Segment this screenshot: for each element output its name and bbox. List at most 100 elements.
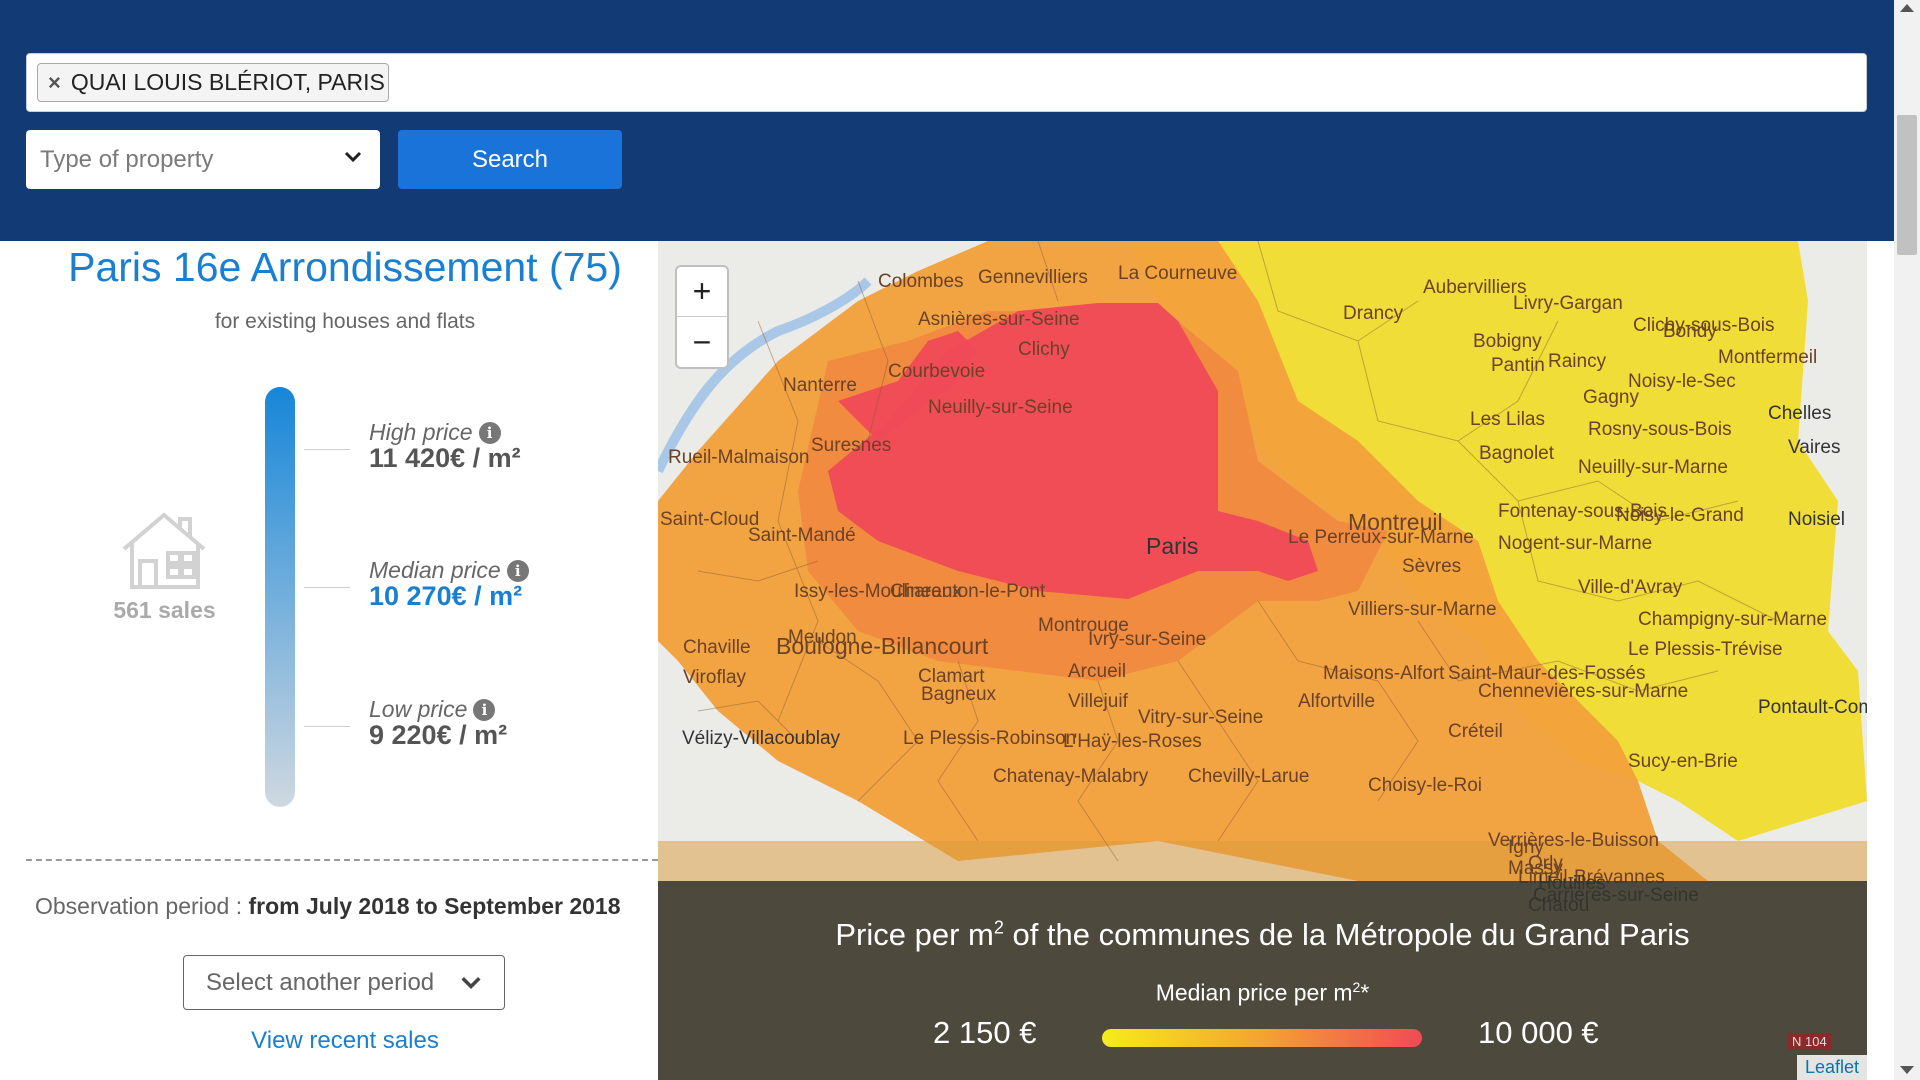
map-place-label: Arcueil [1068,661,1127,682]
zoom-out-button[interactable]: − [677,317,727,367]
map-place-label: Saint-Cloud [660,509,760,530]
area-title: Paris 16e Arrondissement (75) [68,244,622,290]
map-place-label: Villiers-sur-Marne [1348,599,1497,620]
zoom-controls: + − [675,265,729,369]
map-place-label: Charenton-le-Pont [890,581,1046,602]
map-place-label: Vélizy-Villacoublay [682,728,841,749]
map-place-label: Vitry-sur-Seine [1138,707,1264,728]
map-place-label: Ivry-sur-Seine [1088,629,1207,650]
map-place-label: Neuilly-sur-Marne [1578,457,1728,478]
map-place-label: Créteil [1448,721,1503,742]
observation-period-value: from July 2018 to September 2018 [248,893,621,919]
scroll-down-arrow-icon[interactable] [1900,1066,1914,1074]
map-place-label: Suresnes [811,435,892,456]
page-scrollbar[interactable] [1894,0,1920,1080]
map-place-label: Nanterre [783,375,857,396]
high-price-tick [304,449,350,450]
map-place-label: Gennevilliers [978,267,1088,288]
map-place-label: Drancy [1343,303,1404,324]
high-price-label-text: High price [369,419,473,445]
house-icon [122,512,206,589]
property-type-select[interactable]: Type of property [26,130,380,189]
map-place-label: Montfermeil [1718,347,1818,368]
map-place-label: Vaires [1788,437,1841,458]
info-icon[interactable]: i [473,698,496,721]
low-price-label-text: Low price [369,696,468,722]
legend-min-value: 2 150 € [933,1015,1037,1050]
map-place-label: Le Plessis-Trévise [1628,639,1783,660]
info-icon[interactable]: i [506,559,529,582]
map-place-label: Chatenay-Malabry [993,766,1149,787]
map-place-label: La Courneuve [1118,263,1238,284]
median-price-value: 10 270€ / m² [369,581,523,611]
map-place-label: Villejuif [1068,691,1128,712]
chevron-down-icon [344,151,362,163]
area-subtitle: for existing houses and flats [214,310,476,333]
map-place-label: Gagny [1583,387,1639,408]
map-place-label: Les Lilas [1470,409,1545,430]
map-place-label: Sèvres [1402,556,1462,577]
map-place-label: Bagnolet [1479,443,1555,464]
price-range-bar [265,387,295,807]
low-price-value: 9 220€ / m² [369,720,508,750]
map-place-label: Bobigny [1473,331,1542,352]
map-place-label: Champigny-sur-Marne [1638,609,1828,630]
location-search-input[interactable]: × QUAI LOUIS BLÉRIOT, PARIS [26,53,1867,112]
map-legend-overlay: Price per m2 of the communes de la Métro… [658,881,1867,1080]
map-place-label: Neuilly-sur-Seine [928,397,1073,418]
map-place-label: Chelles [1768,403,1832,424]
legend-max-value: 10 000 € [1478,1015,1599,1050]
remove-tag-icon[interactable]: × [48,70,61,96]
divider [26,859,658,861]
map-place-label: Courbevoie [888,361,986,382]
search-button[interactable]: Search [398,130,622,189]
observation-prefix: Observation period : [35,893,243,919]
map-place-label: Asnières-sur-Seine [918,309,1080,330]
map-place-label: Alfortville [1298,691,1376,712]
map-place-label: Pontault-Combault [1758,697,1867,718]
map-place-label: Rosny-sous-Bois [1588,419,1732,440]
map-place-label: Le Perreux-sur-Marne [1288,527,1474,548]
leaflet-attribution-link[interactable]: Leaflet [1796,1055,1867,1080]
map-place-label: Noisy-le-Grand [1616,505,1744,526]
map-place-label: Chaville [683,637,751,658]
period-select-label: Select another period [206,968,435,996]
period-select[interactable]: Select another period [183,955,505,1010]
map-place-label: Paris [1146,533,1199,559]
map-place-label: Pantin [1491,355,1545,376]
map-place-label: Raincy [1548,351,1607,372]
high-price-value: 11 420€ / m² [369,443,521,473]
map-place-label: Viroflay [683,667,747,688]
low-price-tick [304,726,350,727]
observation-period: Observation period : from July 2018 to S… [35,893,621,920]
scroll-up-arrow-icon[interactable] [1900,4,1914,12]
map-place-label: Chevilly-Larue [1188,766,1310,787]
median-price-tick [304,587,350,588]
view-recent-sales-link[interactable]: View recent sales [0,1027,690,1055]
map-place-label: Chennevières-sur-Marne [1478,681,1689,702]
map-place-label: Sucy-en-Brie [1628,751,1738,772]
map-place-label: Aubervilliers [1423,277,1527,298]
scroll-thumb[interactable] [1897,115,1917,255]
map-place-label: Colombes [878,271,964,292]
map-place-label: L'Haÿ-les-Roses [1063,731,1202,752]
map-place-label: Meudon [788,627,857,648]
map-place-label: Rueil-Malmaison [668,447,810,468]
property-type-placeholder: Type of property [40,145,214,173]
median-price-label-text: Median price [369,557,501,583]
location-tag-label: QUAI LOUIS BLÉRIOT, PARIS [70,69,385,95]
info-icon[interactable]: i [478,421,501,444]
map-place-label: Noisiel [1788,509,1846,530]
price-map[interactable]: + − Paris Boulogne-Billancourt Montreuil Co… [658,241,1867,1080]
map-place-label: Clichy-sous-Bois [1633,315,1775,336]
map-place-label: Saint-Mandé [748,525,856,546]
zoom-in-button[interactable]: + [677,267,727,317]
location-tag[interactable]: × QUAI LOUIS BLÉRIOT, PARIS [37,63,389,102]
high-price-label: High price i [369,419,501,446]
map-place-label: Nogent-sur-Marne [1498,533,1653,554]
search-header: × QUAI LOUIS BLÉRIOT, PARIS Type of prop… [0,0,1894,241]
map-place-label: Livry-Gargan [1513,293,1623,314]
legend-color-scale [1102,1029,1422,1047]
map-place-label: Le Plessis-Robinson [903,728,1077,749]
chevron-down-icon [461,977,481,990]
